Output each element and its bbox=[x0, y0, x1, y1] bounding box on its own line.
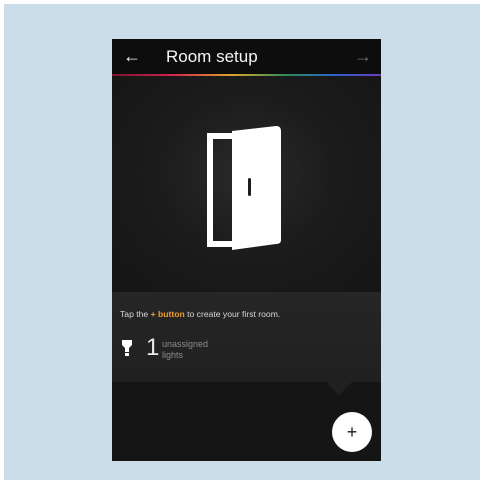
hint-accent: + button bbox=[150, 309, 185, 319]
page-title: Room setup bbox=[166, 47, 258, 66]
phone-screen: ← Room setup → Tap the + button to creat… bbox=[112, 39, 381, 461]
unassigned-label-line2: lights bbox=[162, 350, 184, 360]
forward-arrow-icon: → bbox=[354, 46, 372, 66]
info-panel: Tap the + button to create your first ro… bbox=[112, 292, 381, 382]
unassigned-label: unassigned lights bbox=[162, 339, 242, 361]
door-icon bbox=[207, 126, 281, 250]
bulb-icon bbox=[122, 340, 132, 356]
hint-suffix: to create your first room. bbox=[184, 309, 281, 319]
hint-prefix: Tap the bbox=[120, 309, 151, 319]
hint-text: Tap the + button to create your first ro… bbox=[120, 308, 280, 320]
hero-area bbox=[112, 76, 381, 292]
app-header: ← Room setup → bbox=[112, 39, 381, 74]
unassigned-label-line1: unassigned bbox=[162, 339, 209, 349]
back-arrow-icon[interactable]: ← bbox=[120, 45, 144, 67]
unassigned-count: 1 bbox=[146, 334, 160, 361]
add-room-button[interactable]: + bbox=[332, 412, 372, 452]
panel-notch bbox=[326, 382, 352, 395]
